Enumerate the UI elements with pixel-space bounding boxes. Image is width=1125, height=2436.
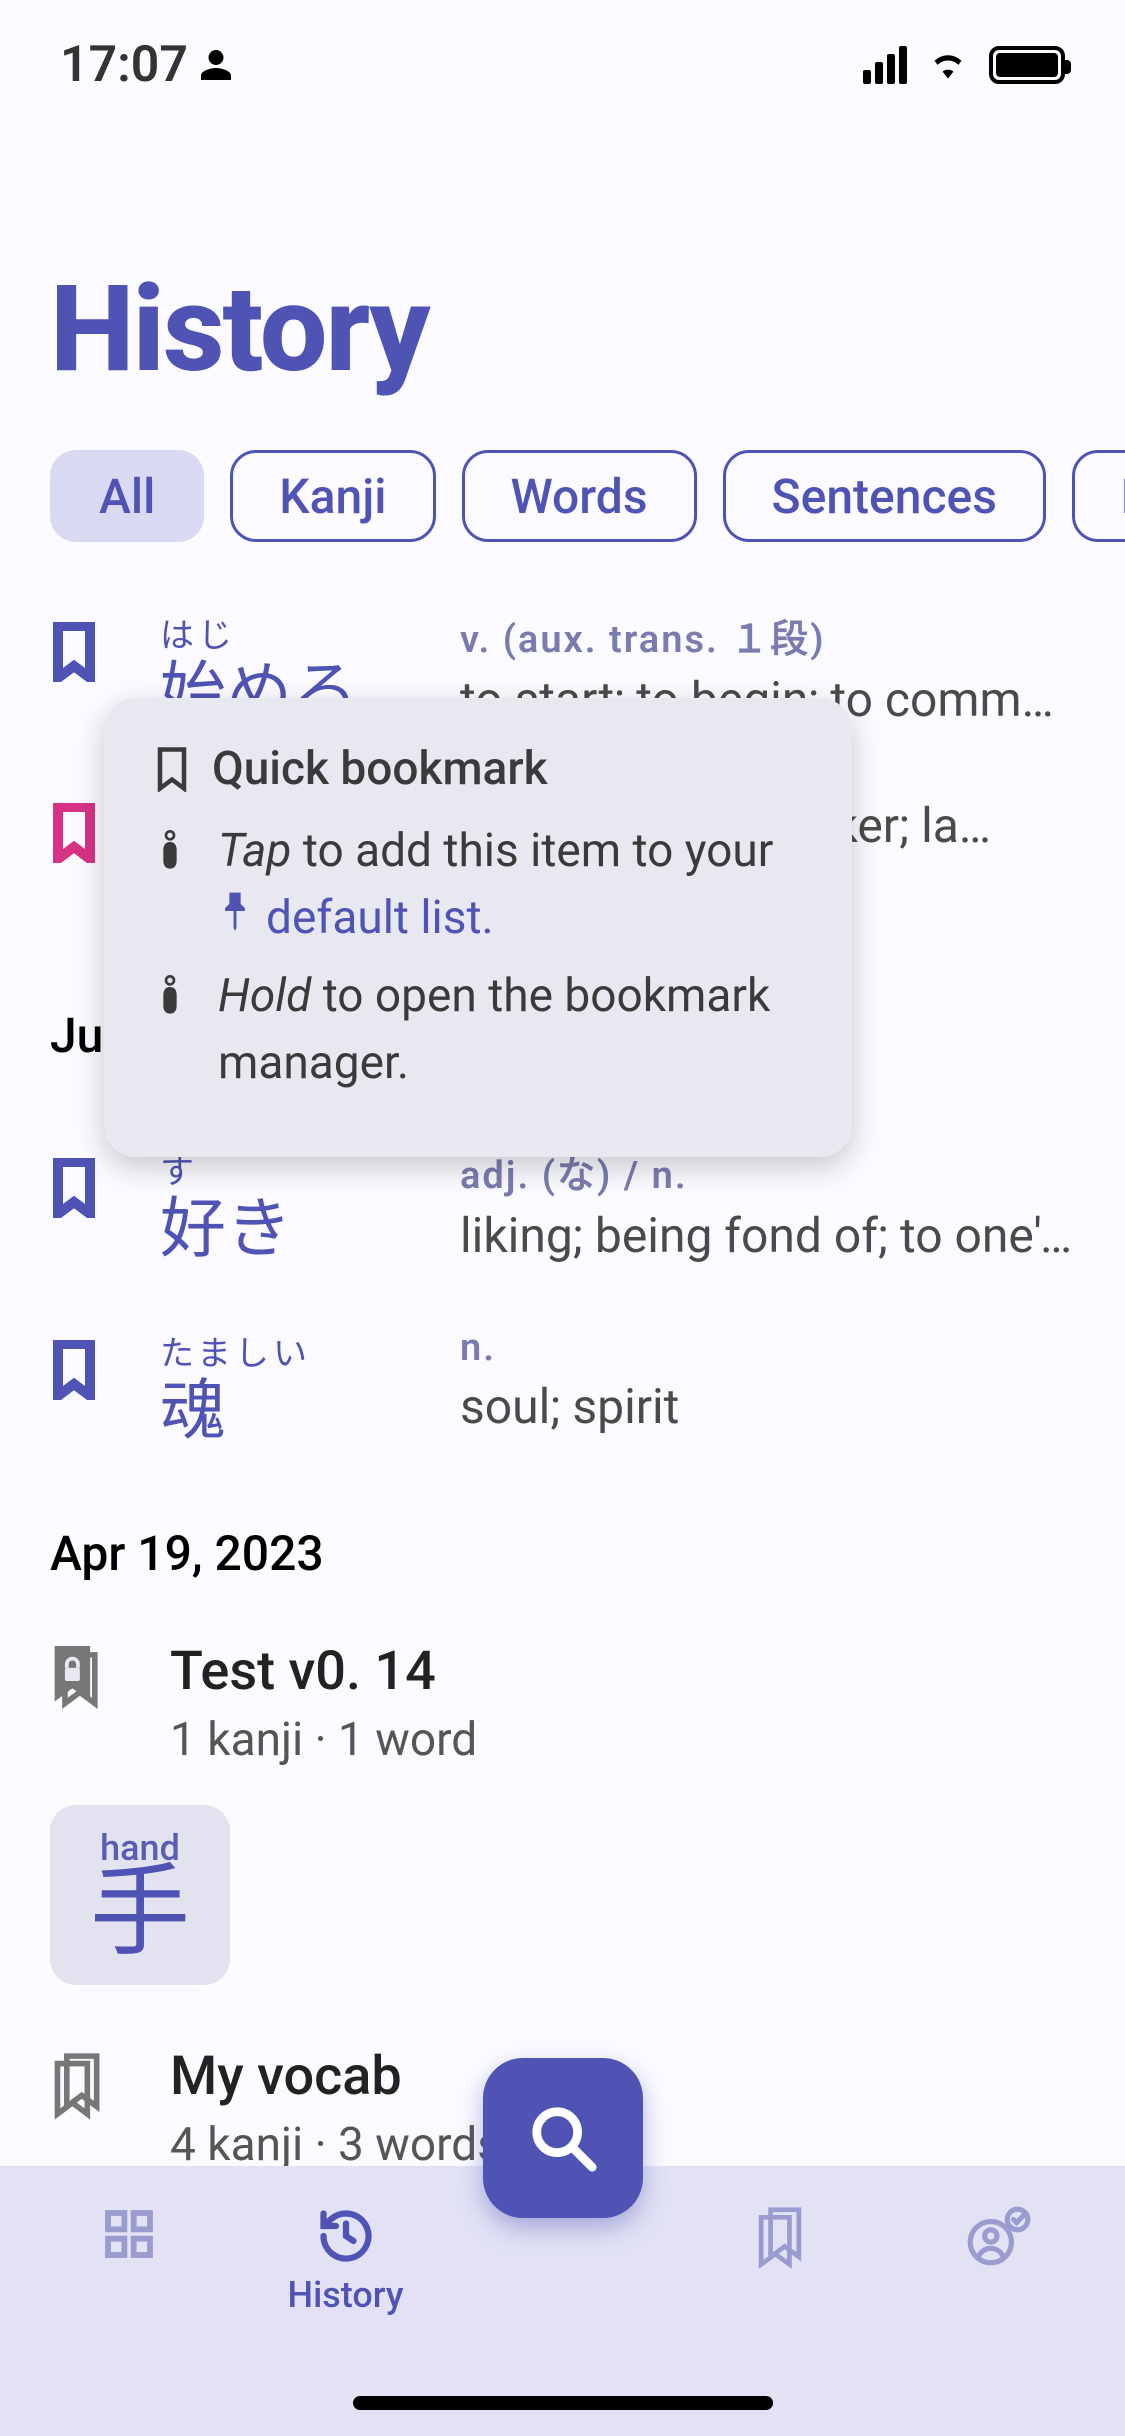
tooltip-tap-rest: to add this item to your (291, 824, 773, 878)
locked-list-icon (50, 1646, 106, 1716)
filter-chip-words[interactable]: Words (462, 450, 697, 542)
nav-dashboard[interactable] (39, 2206, 219, 2262)
hold-icon (154, 963, 190, 1096)
search-icon (528, 2103, 598, 2173)
tooltip-hold-word: Hold (218, 969, 311, 1023)
default-list-link[interactable]: default list. (218, 885, 494, 952)
list-subtitle: 4 kanji · 3 words (170, 2118, 501, 2172)
person-icon (198, 45, 234, 85)
tooltip-tap-word: Tap (218, 824, 291, 878)
definition: liking; being fond of; to one's liking (460, 1205, 1075, 1267)
part-of-speech: v. (aux. trans. １段) (460, 608, 1075, 663)
kanji-glyph: 手 (90, 1863, 190, 1963)
bookmark-icon (154, 746, 190, 792)
wifi-icon (925, 47, 971, 83)
quick-bookmark-tooltip: Quick bookmark Tap to add this item to y… (104, 698, 852, 1157)
filter-chip-kanji[interactable]: Kanji (230, 450, 435, 542)
bookmark-icon[interactable] (50, 1158, 98, 1218)
furigana: たましい (160, 1326, 460, 1375)
filter-chips: All Kanji Words Sentences L (50, 450, 1125, 542)
nav-profile[interactable] (907, 2206, 1087, 2270)
list-title: Test v0. 14 (170, 1640, 477, 1703)
multi-bookmark-icon (50, 2051, 106, 2121)
home-indicator (353, 2396, 773, 2410)
search-fab[interactable] (483, 2058, 643, 2218)
pin-icon (218, 885, 252, 952)
page-title: History (50, 260, 429, 400)
list-title: My vocab (170, 2045, 501, 2108)
tooltip-title: Quick bookmark (212, 742, 548, 796)
kanji-card[interactable]: hand 手 (50, 1805, 230, 1985)
nav-bookmarks[interactable] (690, 2206, 870, 2270)
bookmark-icon[interactable] (50, 622, 98, 682)
filter-chip-all[interactable]: All (50, 450, 204, 542)
part-of-speech: n. (460, 1326, 1075, 1370)
list-row[interactable]: Test v0. 14 1 kanji · 1 word (0, 1612, 1125, 1795)
list-subtitle: 1 kanji · 1 word (170, 1713, 477, 1767)
status-time: 17:07 (60, 36, 188, 94)
battery-icon (989, 46, 1065, 84)
nav-label: History (288, 2274, 404, 2316)
bookmark-icon[interactable] (50, 1340, 98, 1400)
section-date: Apr 19, 2023 (0, 1485, 1125, 1612)
history-row[interactable]: たましい 魂 n. soul; spirit (0, 1308, 1125, 1485)
bookmarks-icon (752, 2206, 808, 2270)
filter-chip-more[interactable]: L (1072, 450, 1125, 542)
word-kanji: 魂 (160, 1379, 460, 1445)
grid-icon (101, 2206, 157, 2262)
nav-history[interactable]: History (256, 2206, 436, 2316)
furigana: はじ (160, 608, 460, 657)
word-kanji: 好き (160, 1197, 460, 1263)
tap-icon (154, 818, 190, 951)
cellular-icon (863, 46, 907, 84)
profile-sync-icon (962, 2206, 1032, 2270)
history-icon (316, 2206, 376, 2266)
default-list-label: default list. (266, 885, 494, 952)
bookmark-icon[interactable] (50, 803, 98, 863)
filter-chip-sentences[interactable]: Sentences (723, 450, 1046, 542)
status-bar: 17:07 (0, 0, 1125, 130)
definition: soul; spirit (460, 1376, 1075, 1438)
